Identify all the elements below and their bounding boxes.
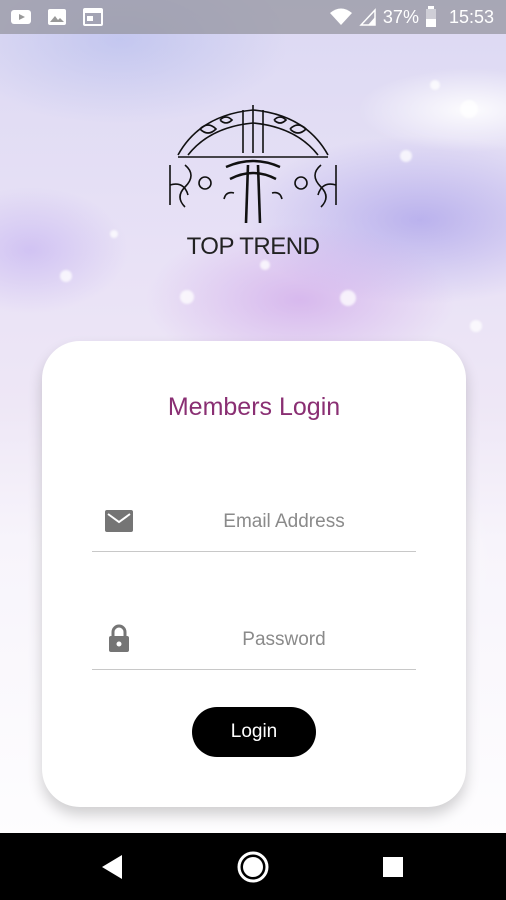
home-icon[interactable]	[235, 849, 271, 885]
card-title: Members Login	[167, 393, 341, 421]
navigation-bar	[0, 833, 506, 900]
clock-time: 15:53	[448, 6, 494, 27]
password-field	[92, 609, 416, 670]
brand-name: TOP TREND	[186, 233, 320, 260]
signal-icon	[359, 8, 376, 26]
wifi-icon	[329, 8, 352, 25]
email-input[interactable]	[152, 501, 416, 543]
login-button[interactable]: Login	[192, 707, 316, 757]
battery-icon	[425, 6, 436, 27]
battery-percent: 37%	[382, 6, 419, 27]
lock-icon	[109, 624, 129, 652]
email-field	[92, 491, 416, 552]
mail-icon	[105, 510, 133, 532]
brand-logo: TOP TREND	[160, 105, 346, 275]
recents-icon[interactable]	[375, 849, 411, 885]
status-bar: 37% 15:53	[0, 0, 506, 34]
youtube-icon	[11, 10, 31, 24]
password-input[interactable]	[152, 619, 416, 661]
calendar-icon	[83, 8, 103, 26]
logo-emblem-icon	[169, 105, 337, 224]
login-card: Members Login Login	[42, 341, 466, 807]
image-icon	[48, 9, 66, 25]
back-icon[interactable]	[96, 849, 132, 885]
